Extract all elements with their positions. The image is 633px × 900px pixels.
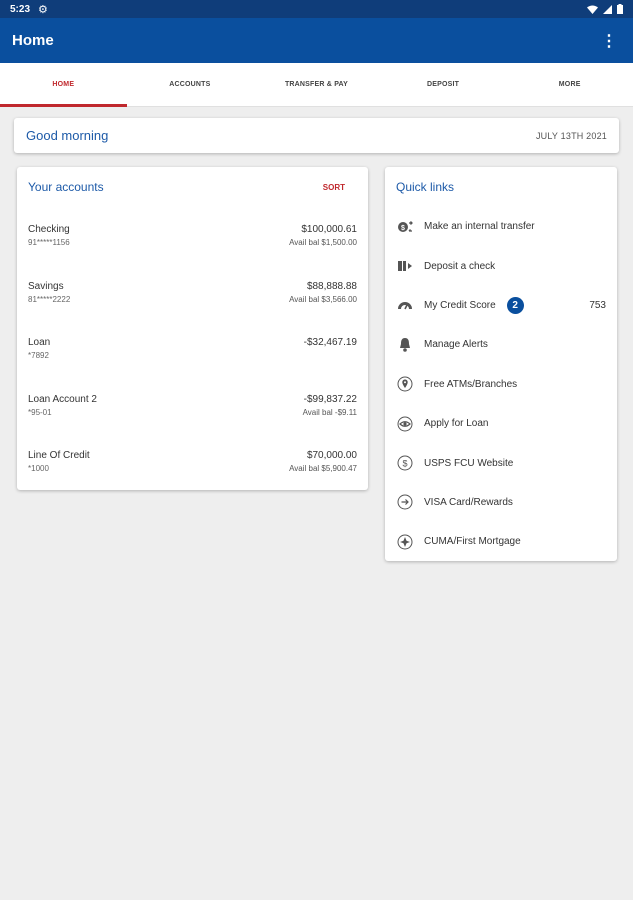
greeting-date: JULY 13TH 2021: [535, 130, 607, 141]
app-bar: Home ⋮: [0, 18, 633, 63]
quick-links-title: Quick links: [396, 180, 455, 194]
account-available-balance: Avail bal $5,900.47: [289, 464, 357, 473]
tab-accounts[interactable]: ACCOUNTS: [127, 63, 254, 106]
tab-home[interactable]: HOME: [0, 63, 127, 107]
quick-links-header: Quick links: [385, 167, 617, 207]
account-row-loan[interactable]: Loan *7892 -$32,467.19: [17, 320, 368, 377]
account-name: Loan: [28, 337, 51, 348]
greeting-card: Good morning JULY 13TH 2021: [14, 118, 619, 153]
account-balance: $70,000.00: [306, 450, 357, 461]
account-row-line-of-credit[interactable]: Line Of Credit *1000 $70,000.00 Avail ba…: [17, 433, 368, 490]
quick-link-label: USPS FCU Website: [424, 457, 514, 469]
greeting-text: Good morning: [26, 128, 109, 143]
quick-link-visa-rewards[interactable]: VISA Card/Rewards: [385, 483, 617, 522]
account-available-balance: Avail bal $1,500.00: [289, 238, 357, 247]
quick-link-manage-alerts[interactable]: Manage Alerts: [385, 325, 617, 364]
check-deposit-icon: [396, 257, 414, 275]
quick-link-deposit-check[interactable]: Deposit a check: [385, 246, 617, 285]
account-row-savings[interactable]: Savings 81*****2222 $88,888.88 Avail bal…: [17, 264, 368, 321]
tab-transfer-pay[interactable]: TRANSFER & PAY: [253, 63, 380, 106]
transfer-icon: $: [396, 218, 414, 236]
quick-link-cuma-mortgage[interactable]: CUMA/First Mortgage: [385, 522, 617, 561]
account-number: 81*****2222: [28, 294, 71, 304]
accounts-title: Your accounts: [28, 180, 104, 194]
account-number: *7892: [28, 351, 49, 360]
account-name: Line Of Credit: [28, 450, 90, 461]
accounts-header: Your accounts SORT: [17, 167, 368, 207]
dollar-icon: $: [396, 454, 414, 472]
account-available-balance: Avail bal $3,566.00: [289, 294, 357, 304]
quick-link-internal-transfer[interactable]: $ Make an internal transfer: [385, 207, 617, 246]
accounts-card: Your accounts SORT Checking 91*****1156 …: [17, 167, 368, 490]
quick-link-label: Make an internal transfer: [424, 221, 535, 233]
location-pin-icon: [396, 375, 414, 393]
account-number: 91*****1156: [28, 238, 70, 247]
account-row-checking[interactable]: Checking 91*****1156 $100,000.61 Avail b…: [17, 207, 368, 264]
gauge-icon: [396, 296, 414, 314]
sort-button[interactable]: SORT: [323, 183, 345, 192]
tab-deposit[interactable]: DEPOSIT: [380, 63, 507, 106]
status-time: 5:23: [10, 3, 31, 15]
account-balance: -$32,467.19: [303, 337, 357, 348]
account-number: *95-01: [28, 407, 52, 417]
quick-link-label: Apply for Loan: [424, 418, 489, 430]
notification-badge: 2: [506, 296, 524, 314]
tab-bar: HOME ACCOUNTS TRANSFER & PAY DEPOSIT MOR…: [0, 63, 633, 107]
account-name: Checking: [28, 224, 70, 235]
compass-icon: [396, 533, 414, 551]
quick-link-label: CUMA/First Mortgage: [424, 536, 521, 548]
eye-icon: [396, 415, 414, 433]
signal-icon: [603, 4, 612, 14]
wifi-icon: [587, 5, 598, 14]
settings-gear-icon: ⚙: [38, 3, 48, 16]
account-number: *1000: [28, 464, 49, 473]
quick-link-label: Manage Alerts: [424, 339, 488, 351]
page-title: Home: [12, 32, 54, 49]
quick-link-label: Free ATMs/Branches: [424, 378, 518, 390]
overflow-menu-icon[interactable]: ⋮: [597, 27, 621, 55]
quick-link-usps-fcu-website[interactable]: $ USPS FCU Website: [385, 443, 617, 482]
svg-text:$: $: [401, 225, 405, 232]
quick-link-label: Deposit a check: [424, 260, 496, 272]
quick-link-credit-score[interactable]: My Credit Score 2 753: [385, 286, 617, 325]
account-name: Loan Account 2: [28, 393, 97, 405]
quick-links-card: Quick links $ Make an internal transfer …: [385, 167, 617, 561]
account-balance: $88,888.88: [306, 280, 357, 292]
quick-link-label: VISA Card/Rewards: [424, 496, 513, 508]
quick-link-free-atms[interactable]: Free ATMs/Branches: [385, 365, 617, 404]
bell-icon: [396, 336, 414, 354]
status-bar: 5:23 ⚙: [0, 0, 633, 18]
arrow-right-icon: [396, 493, 414, 511]
tab-more[interactable]: MORE: [506, 63, 633, 106]
account-balance: $100,000.61: [301, 224, 357, 235]
svg-text:$: $: [402, 459, 407, 469]
credit-score-value: 753: [589, 299, 606, 311]
account-balance: -$99,837.22: [303, 393, 357, 405]
account-available-balance: Avail bal -$9.11: [302, 407, 357, 417]
quick-link-apply-loan[interactable]: Apply for Loan: [385, 404, 617, 443]
account-name: Savings: [28, 280, 64, 292]
account-row-loan-account-2[interactable]: Loan Account 2 *95-01 -$99,837.22 Avail …: [17, 377, 368, 434]
battery-icon: [617, 4, 623, 14]
quick-link-label: My Credit Score: [424, 299, 496, 311]
